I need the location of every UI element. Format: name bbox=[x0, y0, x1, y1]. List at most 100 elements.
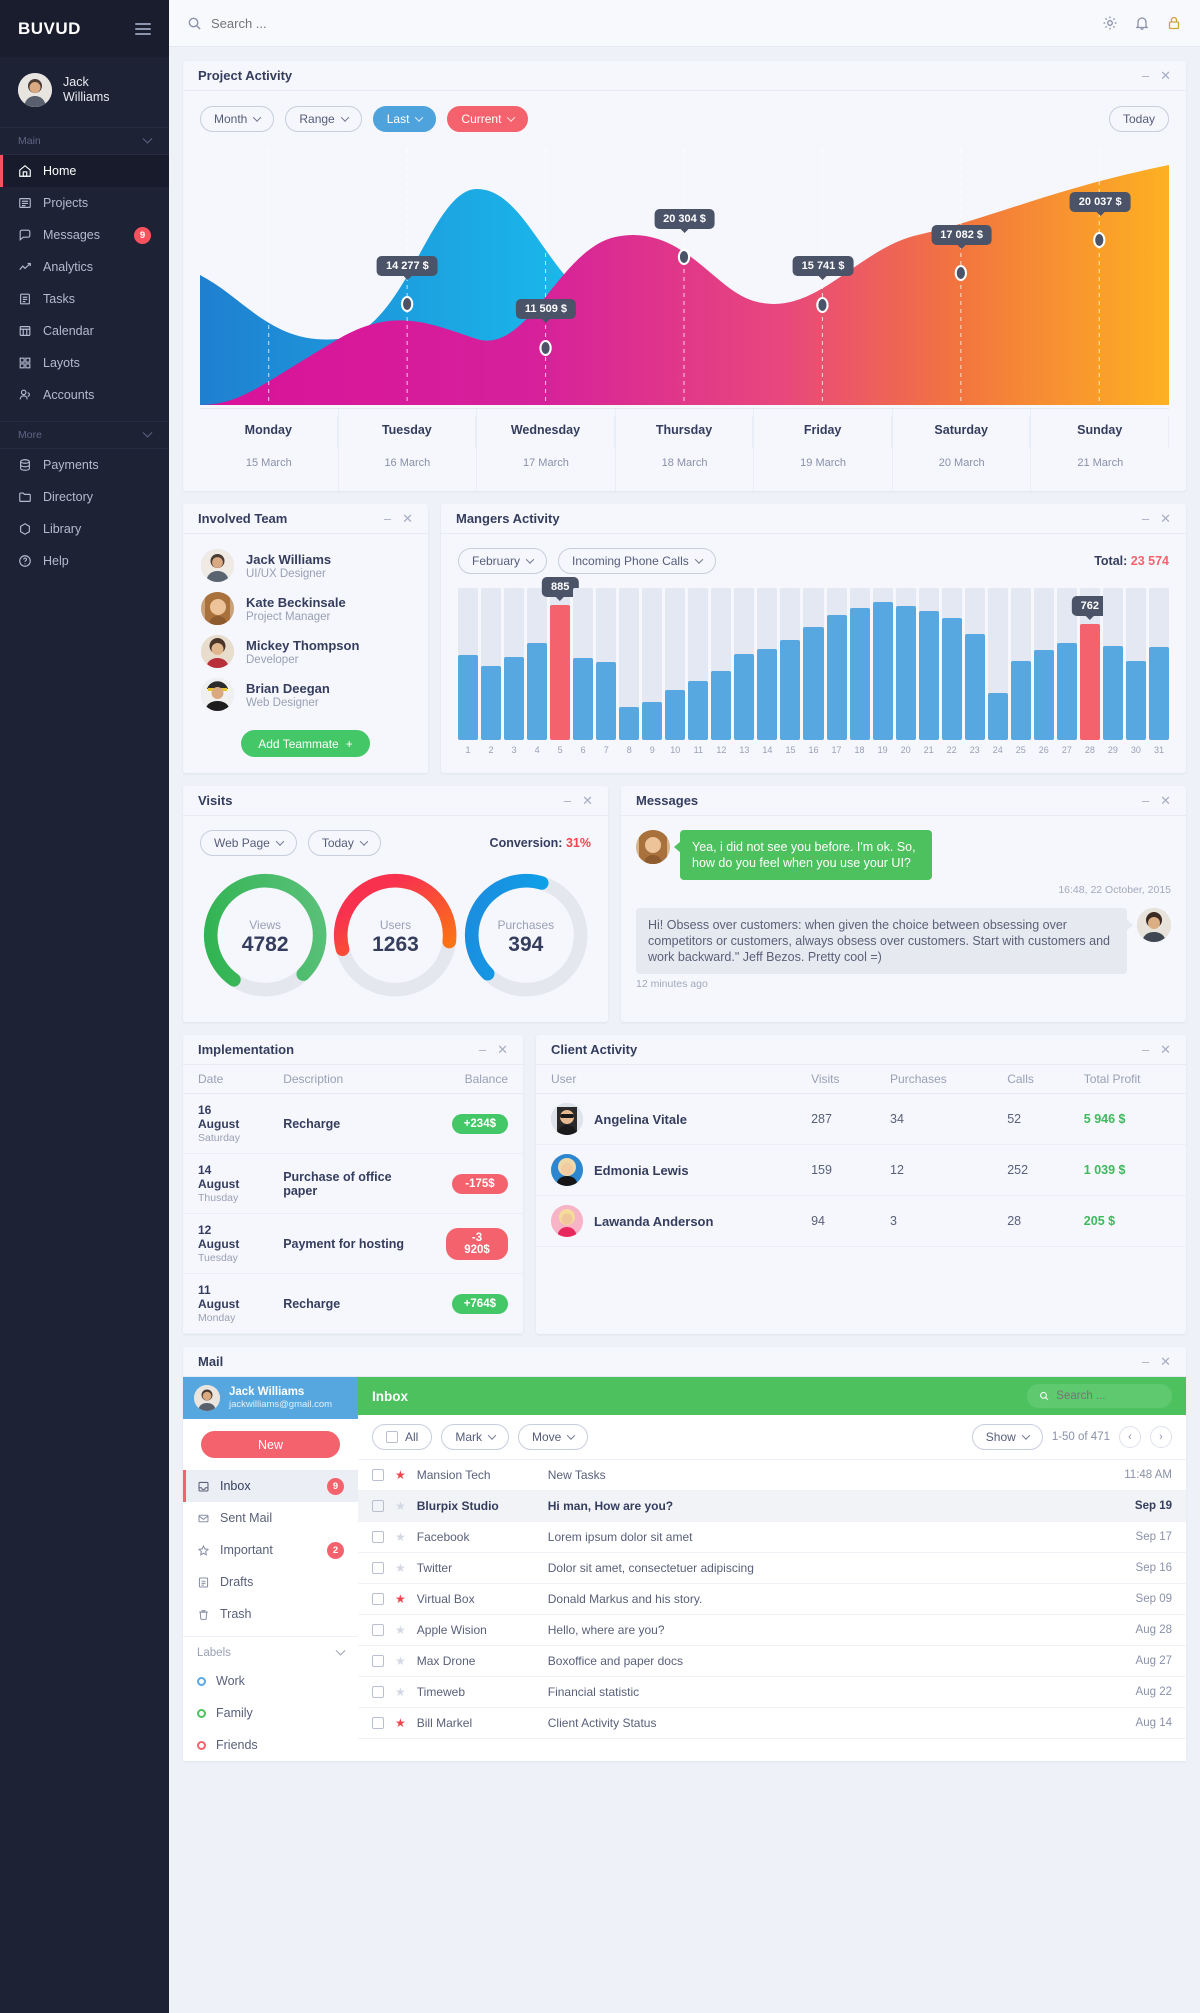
sidebar-item-analytics[interactable]: Analytics bbox=[0, 251, 169, 283]
mail-row[interactable]: ★ Max Drone Boxoffice and paper docs Aug 27 bbox=[358, 1646, 1186, 1677]
row-checkbox[interactable] bbox=[372, 1500, 384, 1512]
bar-column[interactable]: 762 bbox=[1071, 588, 1109, 740]
row-checkbox[interactable] bbox=[372, 1593, 384, 1605]
mail-folder-important[interactable]: Important 2 bbox=[183, 1534, 358, 1566]
bar-column[interactable] bbox=[619, 588, 640, 740]
list-item[interactable]: Jack Williams UI/UX Designer bbox=[183, 544, 428, 587]
bar-column[interactable] bbox=[665, 588, 686, 740]
mail-row[interactable]: ★ Blurpix Studio Hi man, How are you? Sep 1… bbox=[358, 1491, 1186, 1522]
sidebar-item-directory[interactable]: Directory bbox=[0, 481, 169, 513]
mail-folder-drafts[interactable]: Drafts bbox=[183, 1566, 358, 1598]
row-checkbox[interactable] bbox=[372, 1469, 384, 1481]
bar-column[interactable] bbox=[757, 588, 778, 740]
mail-row[interactable]: ★ Mansion Tech New Tasks 11:48 AM bbox=[358, 1460, 1186, 1491]
sidebar-item-payments[interactable]: Payments bbox=[0, 449, 169, 481]
bar-column[interactable] bbox=[688, 588, 709, 740]
bar-column[interactable] bbox=[1148, 588, 1169, 740]
sidebar-profile[interactable]: Jack Williams bbox=[0, 57, 169, 127]
mail-row[interactable]: ★ Facebook Lorem ipsum dolor sit amet Sep 1… bbox=[358, 1522, 1186, 1553]
minimize-icon[interactable]: – bbox=[479, 1043, 486, 1056]
mail-search[interactable] bbox=[1027, 1384, 1172, 1408]
mail-folder-inbox[interactable]: Inbox 9 bbox=[183, 1470, 358, 1502]
sidebar-item-calendar[interactable]: Calendar bbox=[0, 315, 169, 347]
bar-column[interactable] bbox=[596, 588, 617, 740]
mark-dropdown[interactable]: Mark bbox=[441, 1424, 510, 1450]
close-icon[interactable]: ✕ bbox=[402, 512, 413, 525]
mail-folder-trash[interactable]: Trash bbox=[183, 1598, 358, 1630]
minimize-icon[interactable]: – bbox=[564, 794, 571, 807]
sidebar-item-tasks[interactable]: Tasks bbox=[0, 283, 169, 315]
mail-label-work[interactable]: Work bbox=[183, 1665, 358, 1697]
list-item[interactable]: Kate Beckinsale Project Manager bbox=[183, 587, 428, 630]
bar-column[interactable] bbox=[849, 588, 870, 740]
star-icon[interactable]: ★ bbox=[395, 1654, 406, 1668]
star-icon[interactable]: ★ bbox=[395, 1561, 406, 1575]
minimize-icon[interactable]: – bbox=[384, 512, 391, 525]
bar-column[interactable] bbox=[895, 588, 916, 740]
bar-column[interactable] bbox=[987, 588, 1008, 740]
row-checkbox[interactable] bbox=[372, 1562, 384, 1574]
sidebar-item-help[interactable]: Help bbox=[0, 545, 169, 577]
bar-column[interactable] bbox=[458, 588, 479, 740]
sidebar-section-more[interactable]: More bbox=[0, 421, 169, 449]
bell-icon[interactable] bbox=[1134, 15, 1150, 31]
mail-label-family[interactable]: Family bbox=[183, 1697, 358, 1729]
row-checkbox[interactable] bbox=[372, 1686, 384, 1698]
bar-column[interactable] bbox=[642, 588, 663, 740]
hamburger-menu-icon[interactable] bbox=[135, 22, 151, 35]
lock-icon[interactable] bbox=[1166, 15, 1182, 31]
minimize-icon[interactable]: – bbox=[1142, 1043, 1149, 1056]
sidebar-section-main[interactable]: Main bbox=[0, 127, 169, 155]
mail-account[interactable]: Jack Williams jackwilliams@gmail.com bbox=[183, 1377, 358, 1419]
select-all-checkbox[interactable]: All bbox=[372, 1424, 433, 1450]
close-icon[interactable]: ✕ bbox=[1160, 794, 1171, 807]
mail-row[interactable]: ★ Apple Wision Hello, where are you? Aug 28 bbox=[358, 1615, 1186, 1646]
filter-source-dropdown[interactable]: Web Page bbox=[200, 830, 297, 856]
global-search[interactable] bbox=[187, 15, 1092, 31]
close-icon[interactable]: ✕ bbox=[582, 794, 593, 807]
bar-column[interactable] bbox=[481, 588, 502, 740]
table-row[interactable]: 14 August Thusday Purchase of office paper… bbox=[183, 1153, 523, 1214]
close-icon[interactable]: ✕ bbox=[497, 1043, 508, 1056]
mail-row[interactable]: ★ Timeweb Financial statistic Aug 22 bbox=[358, 1677, 1186, 1708]
move-dropdown[interactable]: Move bbox=[518, 1424, 589, 1450]
filter-month-dropdown[interactable]: Month bbox=[200, 106, 275, 132]
bar-column[interactable] bbox=[780, 588, 801, 740]
filter-current-dropdown[interactable]: Current bbox=[447, 106, 529, 132]
bar-column[interactable] bbox=[1125, 588, 1146, 740]
sidebar-item-messages[interactable]: Messages 9 bbox=[0, 219, 169, 251]
star-icon[interactable]: ★ bbox=[395, 1468, 406, 1482]
bar-column[interactable] bbox=[573, 588, 594, 740]
bar-column[interactable] bbox=[826, 588, 847, 740]
gear-icon[interactable] bbox=[1102, 15, 1118, 31]
mail-label-friends[interactable]: Friends bbox=[183, 1729, 358, 1761]
table-row[interactable]: Edmonia Lewis 159 12 252 1 039 $ bbox=[536, 1144, 1186, 1196]
filter-period-dropdown[interactable]: Today bbox=[307, 830, 381, 856]
add-teammate-button[interactable]: Add Teammate + bbox=[241, 730, 370, 757]
list-item[interactable]: Mickey Thompson Developer bbox=[183, 630, 428, 673]
filter-month-dropdown[interactable]: February bbox=[458, 548, 548, 574]
star-icon[interactable]: ★ bbox=[395, 1499, 406, 1513]
star-icon[interactable]: ★ bbox=[395, 1530, 406, 1544]
row-checkbox[interactable] bbox=[372, 1531, 384, 1543]
bar-column[interactable] bbox=[941, 588, 962, 740]
mail-row[interactable]: ★ Bill Markel Client Activity Status Aug 14 bbox=[358, 1708, 1186, 1739]
bar-column[interactable] bbox=[527, 588, 548, 740]
today-button[interactable]: Today bbox=[1108, 106, 1169, 132]
list-item[interactable]: Brian Deegan Web Designer bbox=[183, 673, 428, 716]
minimize-icon[interactable]: – bbox=[1142, 1355, 1149, 1368]
table-row[interactable]: 11 August Monday Recharge +764$ bbox=[183, 1273, 523, 1334]
table-row[interactable]: Angelina Vitale 287 34 52 5 946 $ bbox=[536, 1093, 1186, 1145]
sidebar-item-library[interactable]: Library bbox=[0, 513, 169, 545]
show-dropdown[interactable]: Show bbox=[971, 1424, 1043, 1450]
table-row[interactable]: 16 August Saturday Recharge +234$ bbox=[183, 1093, 523, 1154]
prev-page-button[interactable]: ‹ bbox=[1119, 1426, 1141, 1448]
bar-column[interactable] bbox=[872, 588, 893, 740]
bar-column[interactable] bbox=[918, 588, 939, 740]
bar-column[interactable] bbox=[1102, 588, 1123, 740]
row-checkbox[interactable] bbox=[372, 1717, 384, 1729]
bar-column[interactable] bbox=[734, 588, 755, 740]
bar-column[interactable] bbox=[964, 588, 985, 740]
star-icon[interactable]: ★ bbox=[395, 1623, 406, 1637]
bar-column[interactable] bbox=[1033, 588, 1054, 740]
